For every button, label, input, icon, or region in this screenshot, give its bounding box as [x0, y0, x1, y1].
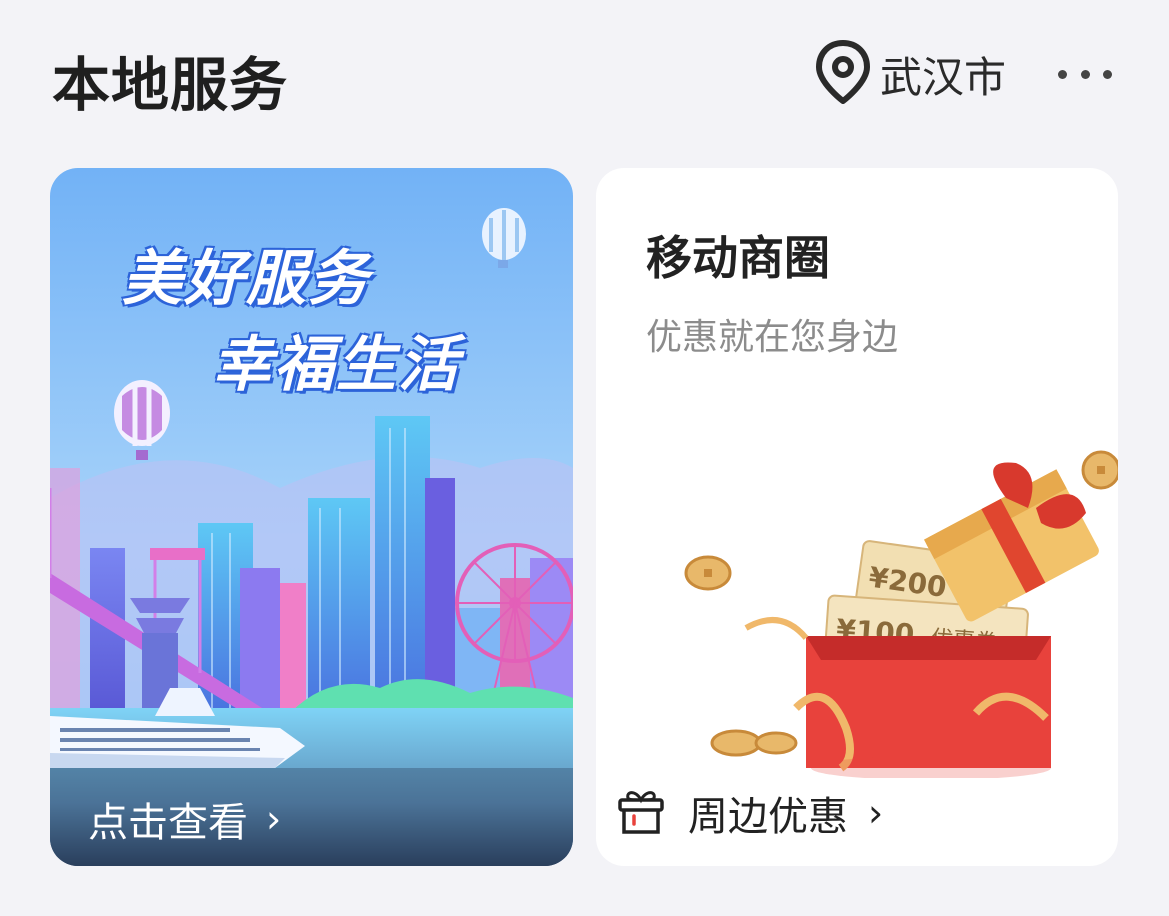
gift-box-illustration: ¥200 ¥100 优惠券 — [684, 450, 1118, 778]
gift-icon — [616, 786, 666, 840]
chevron-right-icon: › — [868, 791, 884, 835]
nearby-deals-link[interactable]: 周边优惠 › — [616, 784, 883, 842]
promo-card-mobile-commerce[interactable]: 移动商圈 优惠就在您身边 ¥200 ¥100 优惠券 — [596, 168, 1118, 866]
location-pin-icon — [816, 40, 870, 108]
page-title: 本地服务 — [52, 51, 289, 119]
view-details-link[interactable]: 点击查看 › — [88, 790, 281, 848]
nearby-deals-label: 周边优惠 — [688, 794, 848, 840]
promo-card-services[interactable]: 美好服务 幸福生活 点击查看 › — [50, 168, 573, 866]
card-title: 移动商圈 — [646, 231, 830, 285]
slogan-line1: 美好服务 — [122, 244, 370, 314]
location-name: 武汉市 — [880, 52, 1007, 102]
more-dots-icon[interactable] — [1058, 62, 1112, 86]
chevron-right-icon: › — [266, 797, 282, 841]
card-subtitle: 优惠就在您身边 — [646, 317, 899, 358]
view-details-label: 点击查看 — [88, 800, 248, 846]
location-selector[interactable]: 武汉市 — [816, 40, 1007, 108]
header: 本地服务 武汉市 — [0, 0, 1169, 150]
slogan-line2: 幸福生活 — [212, 330, 460, 400]
